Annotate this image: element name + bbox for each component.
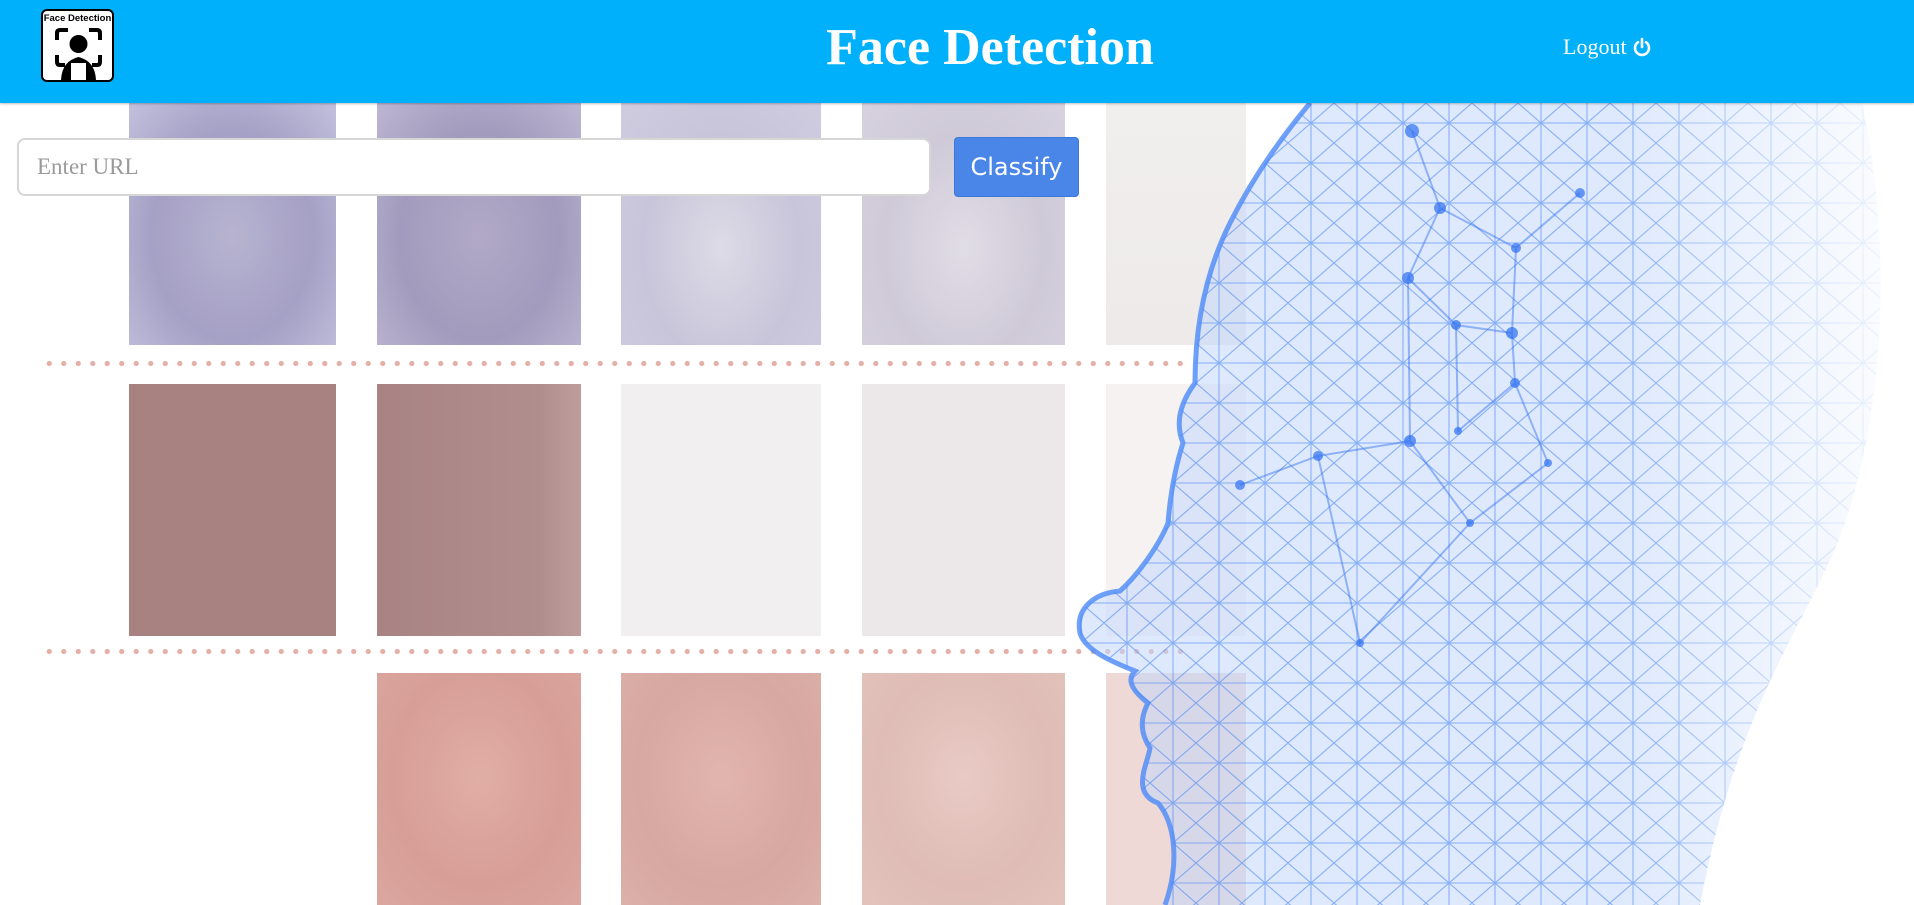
- logout-label: Logout: [1563, 34, 1627, 59]
- url-input[interactable]: [17, 138, 931, 196]
- logout-button[interactable]: Logout: [1563, 32, 1652, 62]
- power-icon: [1633, 37, 1650, 57]
- top-navbar: Face Detection Face Detection Logout: [0, 0, 1914, 103]
- background-illustration: [0, 103, 1914, 905]
- classify-button[interactable]: Classify: [954, 137, 1079, 197]
- wireframe-head-illustration: [1076, 103, 1914, 905]
